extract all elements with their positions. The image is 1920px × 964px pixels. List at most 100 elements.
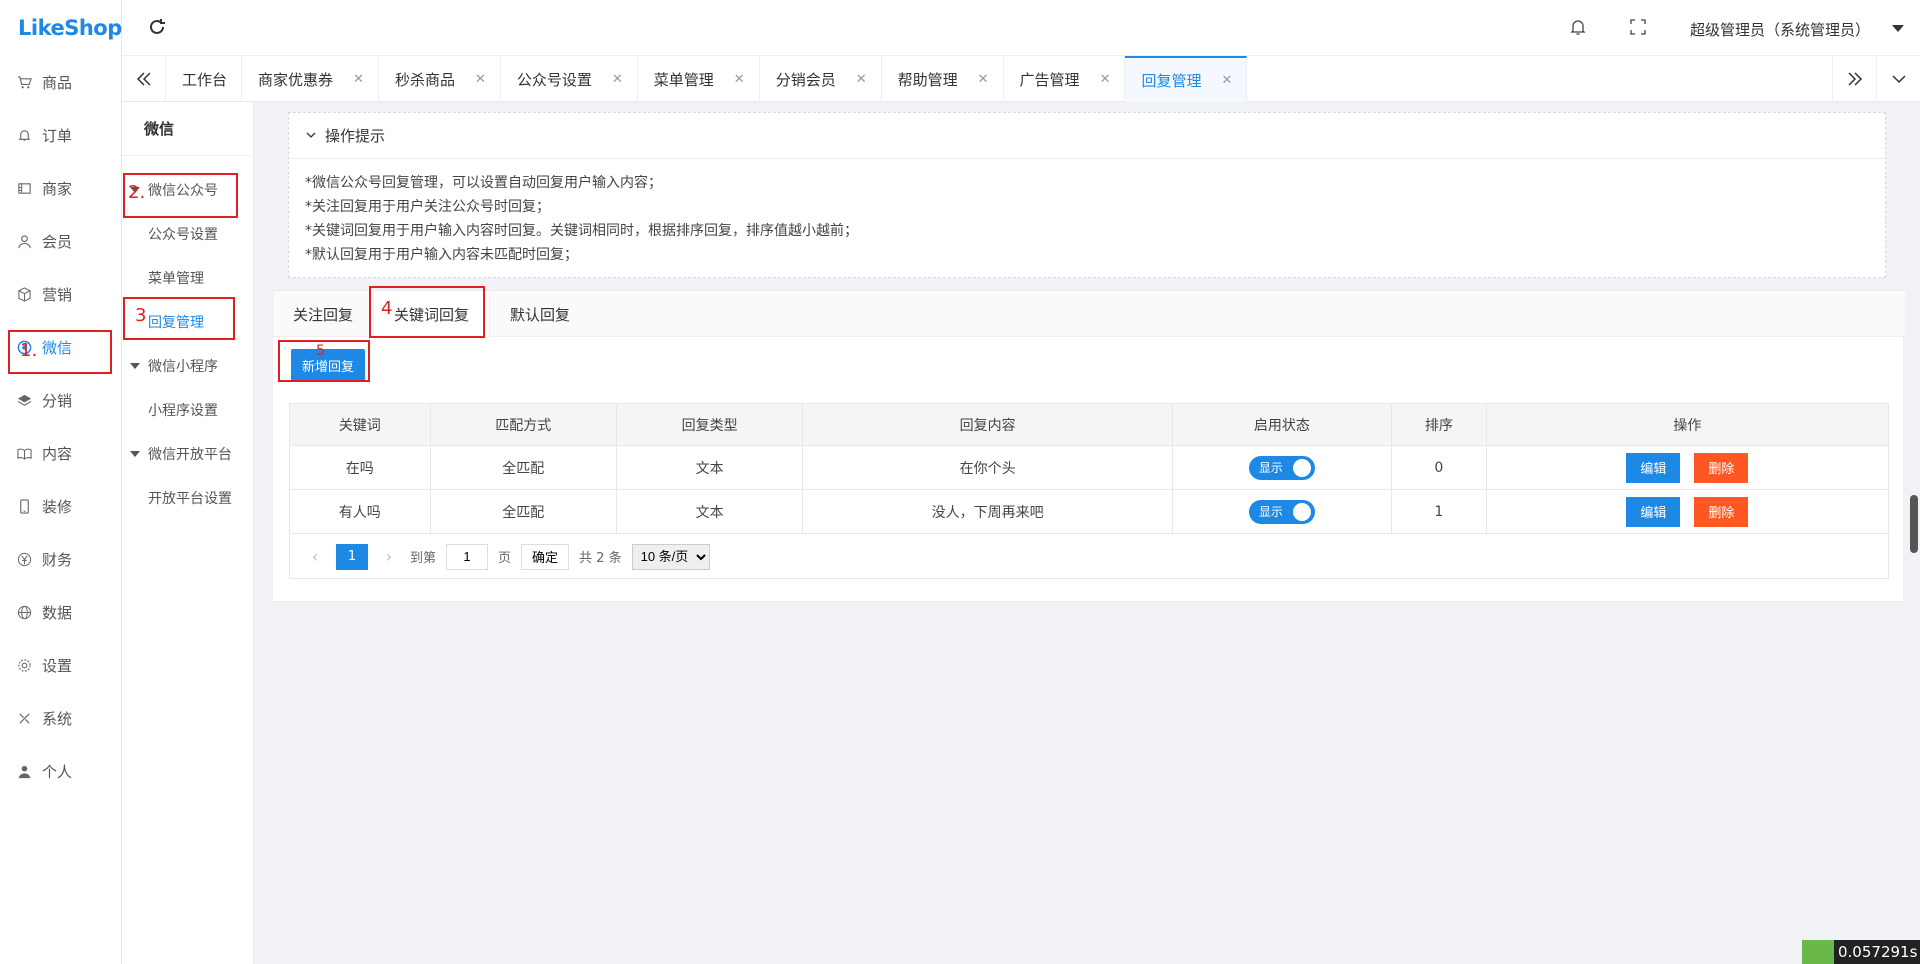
tab-label: 菜单管理 [653,70,714,89]
tip-line: *关键词回复用于用户输入内容时回复。关键词相同时，根据排序回复，排序值越小越前； [305,223,858,239]
prev-page-icon[interactable]: ‹ [302,547,328,566]
tab-reply-manage[interactable]: 回复管理 ✕ [1125,56,1248,102]
tab-follow-reply[interactable]: 关注回复 [273,291,373,337]
close-icon[interactable]: ✕ [353,72,364,87]
tip-line: *关注回复用于用户关注公众号时回复； [305,199,550,215]
sidebar-item-label: 商品 [42,74,73,92]
submenu-group-open-platform[interactable]: 微信开放平台 [122,432,253,476]
refresh-icon[interactable] [146,16,168,38]
cell-content: 在你个头 [802,445,1173,490]
tab-merchant-coupon[interactable]: 商家优惠券 ✕ [242,56,379,102]
fullscreen-icon[interactable] [1629,18,1647,36]
cell-status: 显示 [1171,489,1392,534]
cell-status: 显示 [1171,445,1392,490]
close-icon[interactable]: ✕ [475,72,486,87]
tip-line: *默认回复用于用户输入内容未匹配时回复； [305,247,578,263]
user-icon [16,234,32,250]
tab-help-manage[interactable]: 帮助管理 ✕ [882,56,1004,102]
page-number-current[interactable]: 1 [336,543,368,570]
tab-list: 工作台 商家优惠券 ✕ 秒杀商品 ✕ 公众号设置 ✕ 菜单管理 ✕ 分销会员 ✕ 帮助管理… [166,56,1248,102]
tab-scroll-right-icon[interactable] [1832,56,1876,102]
sidebar-item-personal[interactable]: 个人 [0,745,121,798]
goto-page-input[interactable] [446,543,489,570]
tab-scroll-left-icon[interactable] [122,56,166,102]
tab-distribution-member[interactable]: 分销会员 ✕ [760,56,882,102]
timer-logo-icon [1802,940,1834,964]
sidebar-item-goods[interactable]: 商品 [0,56,121,109]
close-icon[interactable]: ✕ [978,72,989,87]
close-icon[interactable]: ✕ [1100,72,1111,87]
store-icon [16,181,32,197]
goto-confirm-button[interactable]: 确定 [521,543,570,570]
chevron-down-icon [305,127,317,145]
tab-menu-chevron-down-icon[interactable] [1876,56,1920,102]
delete-button[interactable]: 删除 [1694,452,1749,483]
column-header: 回复类型 [615,403,804,446]
status-toggle[interactable]: 显示 [1248,499,1315,524]
close-icon[interactable]: ✕ [734,72,745,87]
close-icon[interactable]: ✕ [1221,73,1232,88]
sidebar-item-data[interactable]: 数据 [0,586,121,639]
close-icon[interactable]: ✕ [612,72,623,87]
submenu-group-mini-program[interactable]: 微信小程序 [122,344,253,388]
sidebar-item-label: 分销 [42,392,73,410]
sidebar-item-label: 财务 [42,551,73,569]
render-timer: 0.057291s [1802,940,1920,964]
tab-menu-manage[interactable]: 菜单管理 ✕ [638,56,760,102]
page-size-select[interactable]: 10 条/页 [631,543,710,570]
column-header: 操作 [1485,403,1890,446]
edit-button[interactable]: 编辑 [1626,452,1681,483]
tab-label: 秒杀商品 [394,70,455,89]
user-menu[interactable]: 超级管理员（系统管理员） [1690,19,1870,40]
submenu-item-menu-manage[interactable]: 菜单管理 [122,256,253,300]
sidebar-item-finance[interactable]: 财务 [0,533,121,586]
caret-down-icon[interactable] [1892,25,1904,32]
column-header: 排序 [1390,403,1487,446]
close-icon[interactable]: ✕ [856,72,867,87]
sidebar-item-orders[interactable]: 订单 [0,109,121,162]
status-toggle[interactable]: 显示 [1248,455,1315,480]
tab-ad-manage[interactable]: 广告管理 ✕ [1004,56,1126,102]
phone-icon [16,499,32,515]
tips-header[interactable]: 操作提示 [289,113,1885,159]
sidebar-item-label: 装修 [42,498,73,516]
sidebar-item-label: 数据 [42,604,73,622]
sidebar-item-system[interactable]: 系统 [0,692,121,745]
tab-workbench[interactable]: 工作台 [166,56,243,102]
cell-match: 全匹配 [429,445,617,490]
tab-bar: 工作台 商家优惠券 ✕ 秒杀商品 ✕ 公众号设置 ✕ 菜单管理 ✕ 分销会员 ✕ 帮助管理… [122,56,1920,102]
app-logo[interactable]: LikeShop [0,0,122,56]
table-row: 在吗 全匹配 文本 在你个头 显示 0 编辑 删除 [289,445,1890,490]
reply-card: 关注回复 关键词回复 默认回复 新增回复 关键词 匹配方式 回复类型 回复内容 … [272,290,1905,602]
tab-oa-settings[interactable]: 公众号设置 ✕ [501,56,638,102]
sidebar-item-settings[interactable]: 设置 [0,639,121,692]
vertical-scrollbar[interactable] [1910,495,1918,553]
submenu-item-oa-settings[interactable]: 公众号设置 [122,212,253,256]
tab-default-reply[interactable]: 默认回复 [490,291,590,337]
reply-tabs: 关注回复 关键词回复 默认回复 [273,291,1905,337]
submenu-item-open-platform-settings[interactable]: 开放平台设置 [122,476,253,520]
tab-label: 帮助管理 [897,70,958,89]
column-header: 匹配方式 [429,403,617,446]
toggle-label: 显示 [1258,461,1283,475]
tab-label: 广告管理 [1019,70,1080,89]
cell-match: 全匹配 [429,489,617,534]
table-row: 有人吗 全匹配 文本 没人，下周再来吧 显示 1 编辑 删除 [289,489,1890,534]
next-page-icon[interactable]: › [376,547,402,566]
sidebar-item-distribution[interactable]: 分销 [0,374,121,427]
sidebar-item-marketing[interactable]: 营销 [0,268,121,321]
notification-bell-icon[interactable] [1569,18,1587,36]
submenu-item-mini-program-settings[interactable]: 小程序设置 [122,388,253,432]
book-icon [16,446,32,462]
sidebar-item-merchant[interactable]: 商家 [0,162,121,215]
gear-icon [16,658,32,674]
cell-keyword: 有人吗 [289,489,431,534]
sidebar-item-content[interactable]: 内容 [0,427,121,480]
sidebar-item-decoration[interactable]: 装修 [0,480,121,533]
cart-icon [16,75,32,91]
sidebar-item-member[interactable]: 会员 [0,215,121,268]
tab-flash-sale[interactable]: 秒杀商品 ✕ [379,56,501,102]
edit-button[interactable]: 编辑 [1626,496,1681,527]
goto-label: 到第 [410,551,437,566]
delete-button[interactable]: 删除 [1694,496,1749,527]
